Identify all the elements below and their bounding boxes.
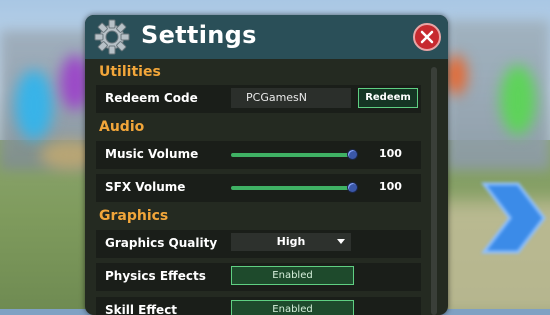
- graphics-quality-dropdown[interactable]: High: [231, 233, 351, 251]
- close-button[interactable]: [413, 23, 441, 51]
- settings-panel: Settings Utilities Redeem Code PCGamesN …: [85, 15, 448, 315]
- close-icon: [420, 30, 434, 44]
- physics-effects-row: Physics Effects Enabled: [96, 263, 421, 291]
- music-volume-label: Music Volume: [105, 147, 199, 161]
- gear-icon: [94, 19, 130, 55]
- music-volume-value: 100: [379, 147, 402, 160]
- skill-effect-toggle[interactable]: Enabled: [231, 300, 354, 315]
- blue-crystal: [15, 70, 53, 140]
- redeem-code-row: Redeem Code PCGamesN Redeem: [96, 85, 421, 113]
- section-utilities-title: Utilities: [99, 64, 161, 80]
- physics-effects-toggle[interactable]: Enabled: [231, 266, 354, 285]
- chevron-right-icon[interactable]: [478, 178, 548, 258]
- sfx-volume-row: SFX Volume 100: [96, 174, 421, 202]
- music-volume-slider-handle[interactable]: [347, 149, 358, 160]
- graphics-quality-row: Graphics Quality High: [96, 230, 421, 258]
- graphics-quality-label: Graphics Quality: [105, 236, 218, 250]
- sfx-volume-label: SFX Volume: [105, 180, 186, 194]
- settings-scrollbar[interactable]: [431, 67, 437, 315]
- window-title: Settings: [141, 21, 257, 49]
- chevron-down-icon: [337, 239, 345, 244]
- physics-effects-label: Physics Effects: [105, 269, 206, 283]
- sfx-volume-slider[interactable]: [231, 186, 354, 190]
- skill-effect-label: Skill Effect: [105, 303, 178, 315]
- graphics-quality-value: High: [276, 235, 306, 248]
- section-graphics-title: Graphics: [99, 208, 169, 224]
- sfx-volume-slider-handle[interactable]: [347, 182, 358, 193]
- settings-header: Settings: [85, 15, 448, 59]
- skill-effect-row: Skill Effect Enabled: [96, 297, 421, 315]
- orange-crystal: [445, 55, 467, 95]
- section-audio-title: Audio: [99, 119, 145, 135]
- sfx-volume-value: 100: [379, 180, 402, 193]
- redeem-button[interactable]: Redeem: [358, 88, 418, 108]
- green-crystal: [500, 65, 536, 135]
- redeem-code-input[interactable]: PCGamesN: [231, 88, 351, 108]
- music-volume-row: Music Volume 100: [96, 141, 421, 169]
- music-volume-slider[interactable]: [231, 153, 354, 157]
- redeem-code-label: Redeem Code: [105, 91, 198, 105]
